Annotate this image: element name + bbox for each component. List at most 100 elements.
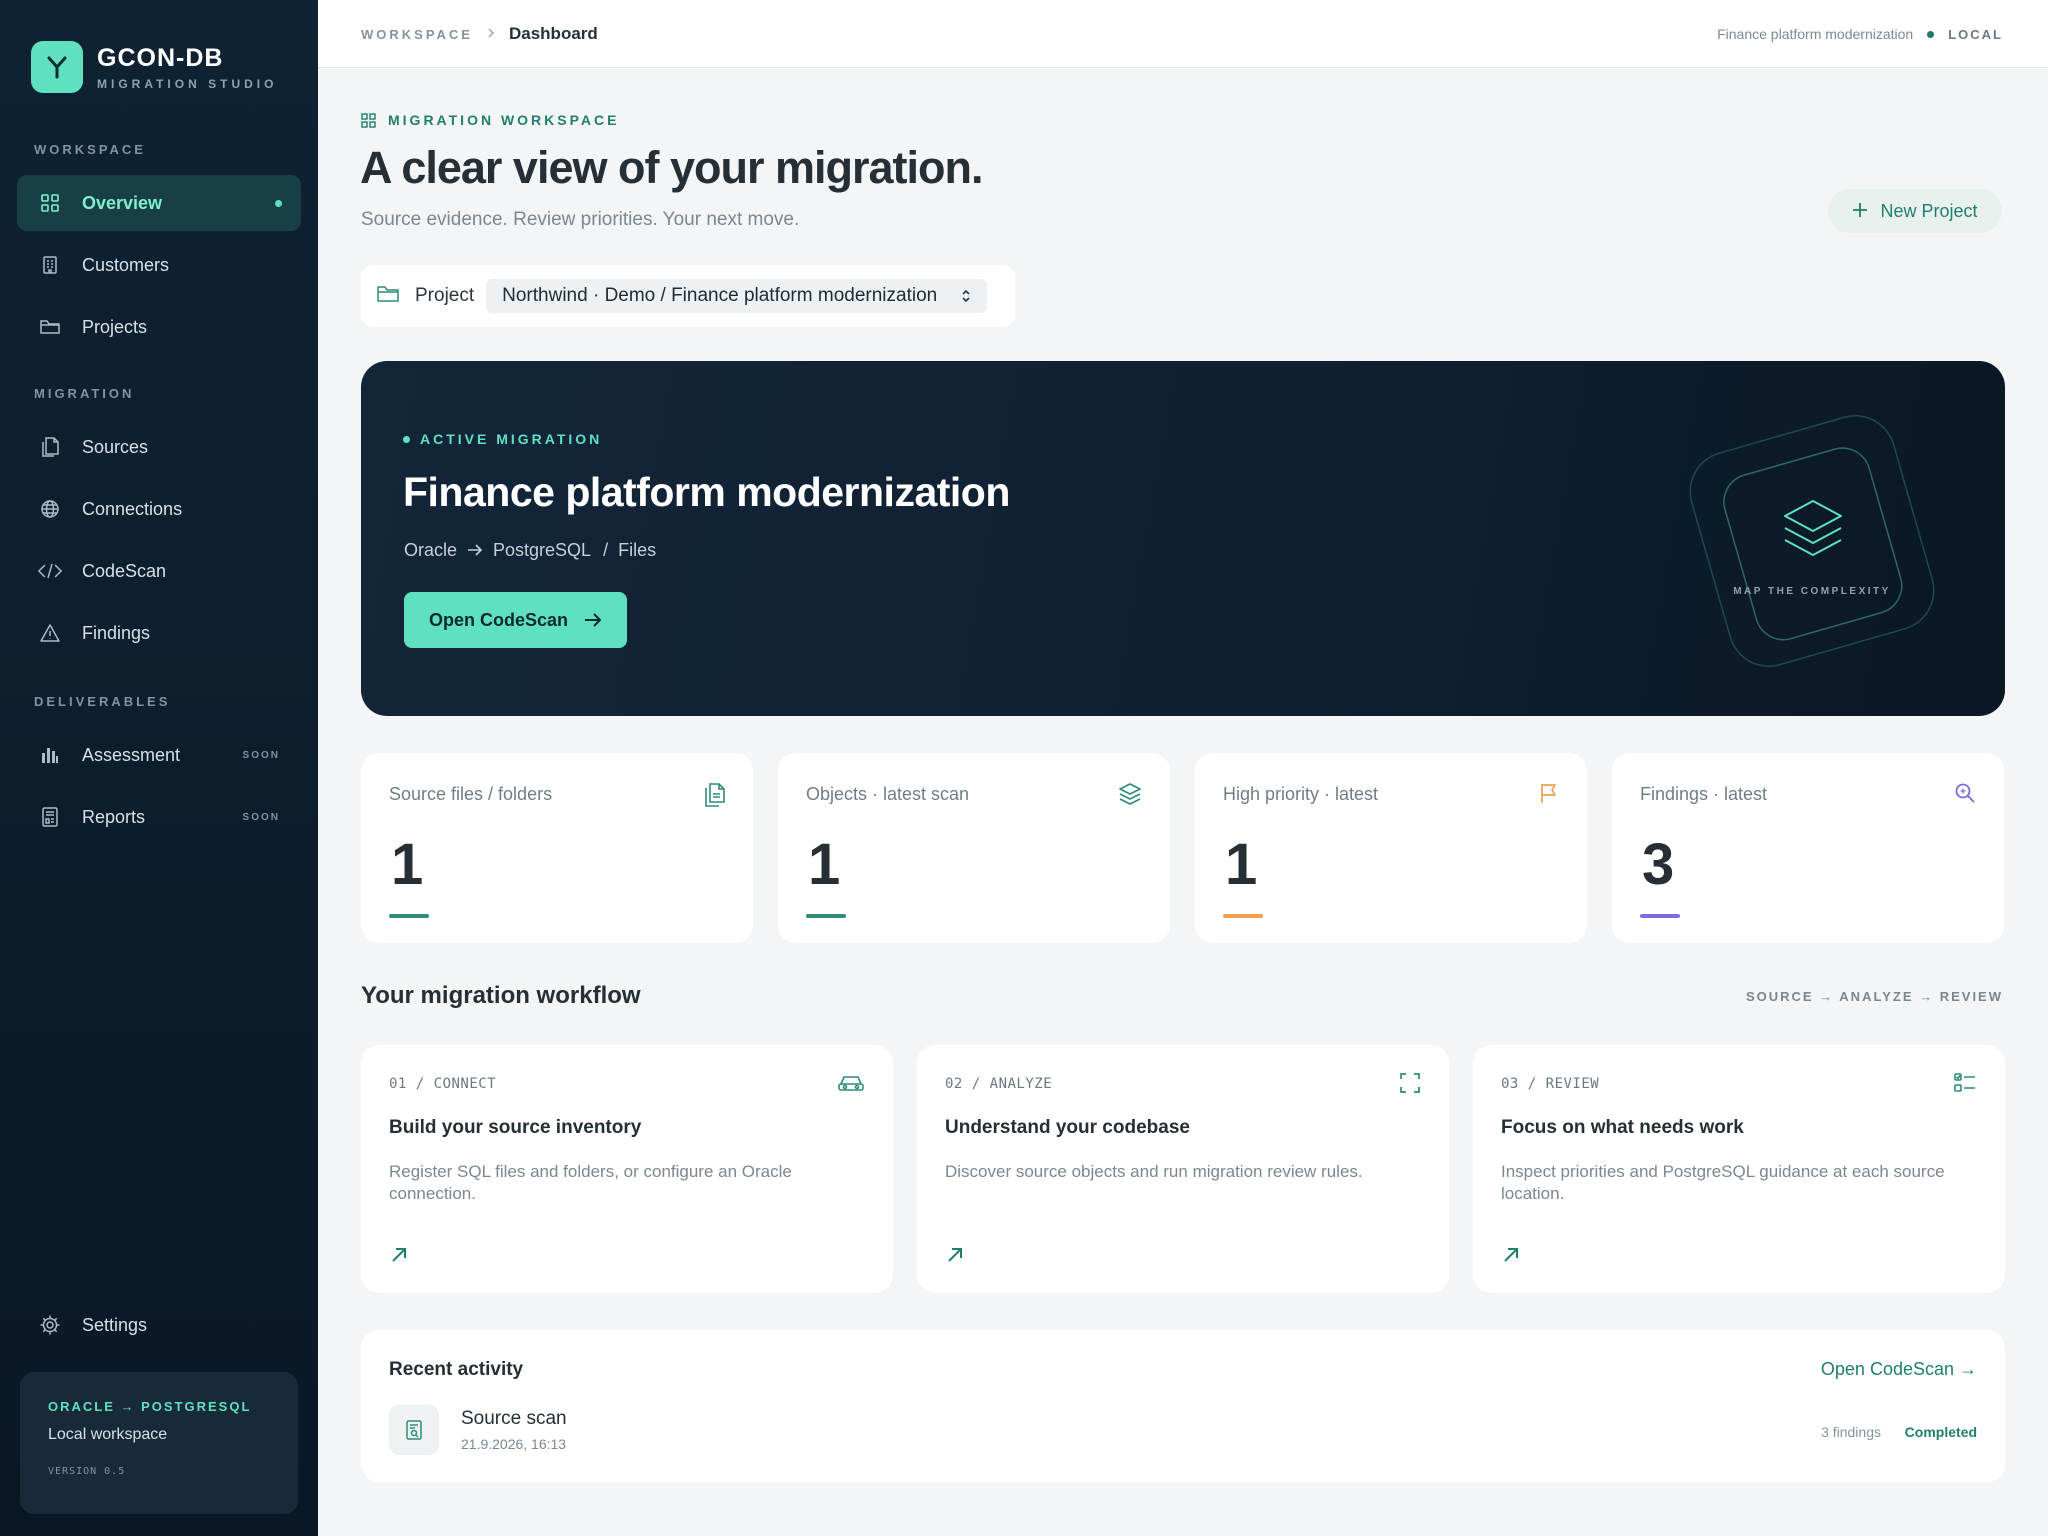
- stat-accent-bar: [389, 914, 429, 918]
- sidebar-item-label: Settings: [82, 1314, 148, 1335]
- active-migration-hero: ACTIVE MIGRATION Finance platform modern…: [361, 361, 2005, 716]
- workspace-card: ORACLE → POSTGRESQL Local workspace VERS…: [20, 1372, 298, 1514]
- migration-source: Oracle: [404, 540, 458, 560]
- arrow-right-icon: [467, 540, 483, 561]
- open-codescan-button[interactable]: Open CodeScan: [404, 592, 627, 648]
- logo-icon: [31, 41, 83, 93]
- brand[interactable]: GCON-DB MIGRATION STUDIO: [31, 41, 277, 93]
- sidebar-item-label: Assessment: [82, 744, 181, 765]
- workspace-card-subtitle: Local workspace: [48, 1426, 168, 1443]
- breadcrumb: WORKSPACE Dashboard: [361, 24, 598, 44]
- workflow-step: 02 / ANALYZE: [945, 1076, 1053, 1092]
- database-car-icon: [837, 1072, 865, 1099]
- environment-badge: LOCAL: [1948, 26, 2003, 42]
- activity-name[interactable]: Source scan: [461, 1408, 567, 1430]
- layers-icon: [1118, 782, 1142, 811]
- workflow-card-description: Inspect priorities and PostgreSQL guidan…: [1501, 1162, 1945, 1203]
- workflow-title: Your migration workflow: [361, 982, 641, 1009]
- soon-badge: SOON: [242, 749, 280, 761]
- status-dot: [403, 435, 410, 443]
- files-icon: [703, 782, 725, 813]
- soon-badge: SOON: [242, 811, 280, 823]
- hero-title: Finance platform modernization: [403, 469, 1010, 515]
- workflow-card-analyze[interactable]: 02 / ANALYZE Understand your codebase Di…: [917, 1045, 1449, 1293]
- sidebar-item-label: Projects: [82, 316, 148, 337]
- open-codescan-label: Open CodeScan: [428, 609, 569, 630]
- sidebar-item-customers[interactable]: Customers: [17, 237, 301, 293]
- sidebar-item-label: Overview: [82, 192, 163, 213]
- version-label: VERSION 0.5: [48, 1466, 126, 1477]
- nav-section-deliverables: DELIVERABLES: [34, 694, 171, 709]
- workflow-step: 03 / REVIEW: [1501, 1076, 1600, 1092]
- recent-activity: Recent activity Open CodeScan → Source s…: [361, 1330, 2005, 1482]
- stat-card-source-files[interactable]: Source files / folders 1: [361, 753, 753, 943]
- new-project-button[interactable]: New Project: [1828, 189, 2002, 233]
- nav-section-migration: MIGRATION: [34, 386, 135, 401]
- scan-report-icon: [389, 1405, 439, 1455]
- topbar-context: Finance platform modernization LOCAL: [1717, 26, 2003, 42]
- sidebar: GCON-DB MIGRATION STUDIO WORKSPACE Overv…: [0, 0, 318, 1536]
- bar-chart-icon: [38, 743, 62, 767]
- workflow-card-title: Understand your codebase: [945, 1117, 1190, 1138]
- sidebar-item-reports[interactable]: Reports SOON: [17, 789, 301, 845]
- breadcrumb-current: Dashboard: [508, 24, 598, 43]
- arrow-up-right-icon[interactable]: [389, 1245, 409, 1270]
- activity-findings-count: 3 findings: [1821, 1424, 1881, 1440]
- stat-value: 1: [391, 832, 424, 897]
- art-caption: MAP THE COMPLEXITY: [1733, 586, 1891, 597]
- hero-tag-label: ACTIVE MIGRATION: [420, 431, 603, 447]
- arrow-up-right-icon[interactable]: [945, 1245, 965, 1270]
- code-icon: [38, 559, 62, 583]
- sidebar-item-assessment[interactable]: Assessment SOON: [17, 727, 301, 783]
- workflow-card-connect[interactable]: 01 / CONNECT Build your source inventory…: [361, 1045, 893, 1293]
- sidebar-item-label: Findings: [82, 622, 151, 643]
- status-badge: Completed: [1904, 1424, 1977, 1440]
- arrow-up-right-icon[interactable]: [1501, 1245, 1521, 1270]
- grid-icon: [361, 112, 376, 128]
- workflow-subtitle: SOURCE → ANALYZE → REVIEW: [1745, 989, 2003, 1004]
- sidebar-item-label: CodeScan: [82, 560, 167, 581]
- active-indicator: [275, 199, 282, 207]
- building-icon: [38, 253, 62, 277]
- eyebrow-label: MIGRATION WORKSPACE: [388, 112, 620, 128]
- page-eyebrow: MIGRATION WORKSPACE: [361, 112, 619, 128]
- stat-label: Findings · latest: [1640, 784, 1768, 804]
- path-separator: /: [603, 540, 609, 560]
- sidebar-item-label: Reports: [82, 806, 146, 827]
- warning-icon: [38, 621, 62, 645]
- flag-icon: [1539, 782, 1559, 809]
- sidebar-item-connections[interactable]: Connections: [17, 481, 301, 537]
- stat-label: Source files / folders: [389, 784, 553, 804]
- gear-icon: [38, 1313, 62, 1337]
- checklist-icon: [1953, 1072, 1977, 1099]
- project-select[interactable]: Northwind · Demo / Finance platform mode…: [486, 279, 988, 313]
- workflow-card-description: Discover source objects and run migratio…: [945, 1162, 1363, 1181]
- stat-card-findings[interactable]: Findings · latest 3: [1612, 753, 2004, 943]
- sidebar-item-overview[interactable]: Overview: [17, 175, 301, 231]
- page-subtitle: Source evidence. Review priorities. Your…: [361, 209, 800, 230]
- sidebar-item-projects[interactable]: Projects: [17, 299, 301, 355]
- layers-icon: [1784, 500, 1842, 556]
- stat-card-high-priority[interactable]: High priority · latest 1: [1195, 753, 1587, 943]
- sidebar-item-settings[interactable]: Settings: [17, 1297, 301, 1353]
- sidebar-item-findings[interactable]: Findings: [17, 605, 301, 661]
- open-codescan-link[interactable]: Open CodeScan →: [1821, 1359, 1977, 1380]
- stat-label: High priority · latest: [1223, 784, 1379, 804]
- recent-activity-title: Recent activity: [389, 1359, 524, 1380]
- project-select-value: Northwind · Demo / Finance platform mode…: [502, 285, 938, 306]
- stat-accent-bar: [806, 914, 846, 918]
- stat-accent-bar: [1223, 914, 1263, 918]
- breadcrumb-root[interactable]: WORKSPACE: [361, 27, 473, 42]
- workspace-card-title: ORACLE → POSTGRESQL: [48, 1399, 252, 1414]
- stat-card-objects[interactable]: Objects · latest scan 1: [778, 753, 1170, 943]
- stat-value: 1: [808, 832, 841, 897]
- sidebar-item-sources[interactable]: Sources: [17, 419, 301, 475]
- grid-icon: [38, 191, 62, 215]
- stat-value: 1: [1225, 832, 1258, 897]
- search-icon: [1954, 782, 1976, 809]
- hero-tag: ACTIVE MIGRATION: [403, 431, 602, 447]
- stat-value: 3: [1642, 832, 1675, 897]
- workflow-card-review[interactable]: 03 / REVIEW Focus on what needs work Ins…: [1473, 1045, 2005, 1293]
- sidebar-item-codescan[interactable]: CodeScan: [17, 543, 301, 599]
- topbar-project-name: Finance platform modernization: [1717, 26, 1914, 42]
